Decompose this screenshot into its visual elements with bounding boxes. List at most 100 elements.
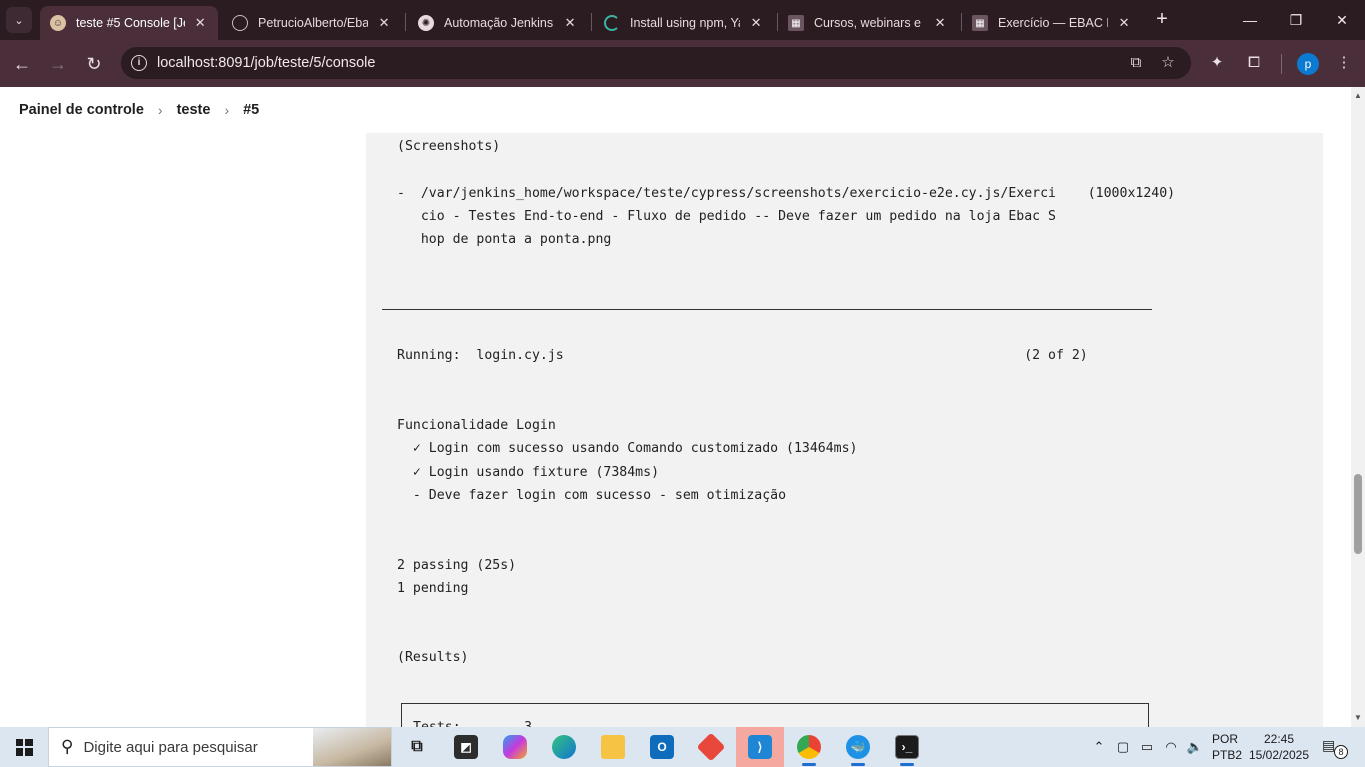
test-result-passed: ✓ Login com sucesso usando Comando custo… xyxy=(397,441,858,456)
taskbar-app-terminal[interactable]: ›_ xyxy=(883,727,931,767)
suite-title: Funcionalidade Login xyxy=(397,418,556,433)
close-icon[interactable]: ✕ xyxy=(932,15,948,31)
search-icon: ⚲ xyxy=(61,737,74,756)
test-result-pending: - Deve fazer login com sucesso - sem oti… xyxy=(397,488,787,503)
close-window-button[interactable]: ✕ xyxy=(1319,0,1365,40)
copilot-icon xyxy=(503,735,527,759)
site-info-icon[interactable]: i xyxy=(131,55,147,71)
tab-jenkins-console[interactable]: ☺ teste #5 Console [Jenkins] ✕ xyxy=(40,6,218,40)
page-scrollbar[interactable]: ▲ ▼ xyxy=(1351,87,1365,727)
task-view-icon: ⧉ xyxy=(411,738,423,755)
tab-install-npm[interactable]: Install using npm, Yarn ✕ xyxy=(594,6,774,40)
close-icon[interactable]: ✕ xyxy=(748,15,764,31)
address-bar[interactable]: i localhost:8091/job/teste/5/console ⧉ ☆ xyxy=(121,47,1191,79)
taskbar-app-git[interactable] xyxy=(687,727,735,767)
windows-taskbar: ⚲ Digite aqui para pesquisar ⧉ ◩ O ⟩ 🐳 ›… xyxy=(0,727,1365,767)
pending-summary: 1 pending xyxy=(397,581,469,596)
minimize-button[interactable]: — xyxy=(1227,0,1273,40)
active-app-indicator xyxy=(900,763,914,766)
chevron-right-icon: › xyxy=(157,102,163,118)
taskbar-app-docker[interactable]: 🐳 xyxy=(834,727,882,767)
bookmark-star-icon[interactable]: ☆ xyxy=(1157,53,1179,75)
taskbar-app-outlook[interactable]: O xyxy=(638,727,686,767)
windows-logo-icon xyxy=(15,738,33,756)
taskbar-app-explorer[interactable] xyxy=(589,727,637,767)
new-tab-button[interactable]: + xyxy=(1150,8,1174,32)
tab-title: Install using npm, Yarn xyxy=(630,16,740,30)
input-language-indicator[interactable]: POR PTB2 xyxy=(1212,731,1242,763)
profile-avatar[interactable]: p xyxy=(1297,53,1319,75)
taskbar-app-chrome[interactable] xyxy=(785,727,833,767)
breadcrumb-build[interactable]: #5 xyxy=(243,102,259,118)
taskbar-app-edge[interactable] xyxy=(540,727,588,767)
tab-automacao-jenkins[interactable]: ✺ Automação Jenkins Te ✕ xyxy=(408,6,588,40)
git-icon xyxy=(696,732,726,762)
scrollbar-thumb[interactable] xyxy=(1354,474,1362,554)
extension-icon[interactable]: ✦ xyxy=(1206,52,1228,74)
scroll-down-icon[interactable]: ▼ xyxy=(1351,711,1365,725)
close-icon[interactable]: ✕ xyxy=(376,15,392,31)
taskbar-search-box[interactable]: ⚲ Digite aqui para pesquisar xyxy=(48,727,392,767)
extensions-puzzle-icon[interactable]: ⧠ xyxy=(1243,52,1265,74)
device-icon[interactable]: ▢ xyxy=(1113,737,1133,757)
passing-summary: 2 passing (25s) xyxy=(397,558,517,573)
taskbar-app-copilot[interactable] xyxy=(491,727,539,767)
close-icon[interactable]: ✕ xyxy=(193,15,209,31)
screenshot-path-line: hop de ponta a ponta.png xyxy=(397,232,612,247)
chevron-up-icon[interactable]: ⌃ xyxy=(1089,737,1109,757)
active-app-indicator xyxy=(802,763,816,766)
reload-button[interactable]: ↻ xyxy=(80,50,108,78)
start-button[interactable] xyxy=(0,727,48,767)
tab-exercicio-ebac[interactable]: ▦ Exercício — EBAC LMS ✕ xyxy=(962,6,1142,40)
clock-date: 15/02/2025 xyxy=(1248,748,1310,762)
tab-cursos-webinars[interactable]: ▦ Cursos, webinars e trei ✕ xyxy=(778,6,958,40)
results-header: (Results) xyxy=(397,650,469,665)
tab-title: Cursos, webinars e trei xyxy=(814,16,924,30)
search-highlight-image xyxy=(313,728,391,766)
screenshot-path-line: - /var/jenkins_home/workspace/teste/cypr… xyxy=(397,186,1176,201)
notification-center-button[interactable]: ▤ 8 xyxy=(1322,737,1348,759)
url-text[interactable]: localhost:8091/job/teste/5/console xyxy=(157,55,375,71)
tab-github[interactable]: PetrucioAlberto/Ebac ✕ xyxy=(222,6,402,40)
jenkins-favicon-icon: ☺ xyxy=(50,15,66,31)
breadcrumb: Painel de controle › teste › #5 xyxy=(0,87,1351,133)
chrome-icon xyxy=(797,735,821,759)
forward-button[interactable]: → xyxy=(44,50,72,78)
screenshots-header: (Screenshots) xyxy=(397,139,501,154)
chevron-right-icon: › xyxy=(224,102,230,118)
language-code: POR xyxy=(1212,732,1239,746)
results-tests-row: Tests: 3 xyxy=(413,716,532,727)
keyboard-layout: PTB2 xyxy=(1212,748,1243,762)
back-button[interactable]: ← xyxy=(8,50,36,78)
scroll-up-icon[interactable]: ▲ xyxy=(1351,89,1365,103)
breadcrumb-dashboard[interactable]: Painel de controle xyxy=(19,102,144,118)
vscode-icon: ⟩ xyxy=(748,735,772,759)
close-icon[interactable]: ✕ xyxy=(1116,15,1132,31)
translate-icon[interactable]: ⧉ xyxy=(1125,53,1147,75)
side-panel xyxy=(0,133,366,727)
section-divider xyxy=(382,309,1152,310)
tab-title: PetrucioAlberto/Ebac xyxy=(258,16,369,30)
tab-search-chevron-icon[interactable]: ⌄ xyxy=(6,7,32,33)
taskbar-app-notes[interactable]: ◩ xyxy=(442,727,490,767)
folder-icon xyxy=(601,735,625,759)
notification-badge: 8 xyxy=(1334,745,1348,759)
taskbar-app-vscode[interactable]: ⟩ xyxy=(736,727,784,767)
system-clock[interactable]: 22:45 15/02/2025 xyxy=(1246,731,1312,763)
task-view-button[interactable]: ⧉ xyxy=(393,727,441,767)
battery-icon[interactable]: ▭ xyxy=(1137,737,1157,757)
tab-title: teste #5 Console [Jenkins] xyxy=(76,16,185,30)
restore-button[interactable]: ❐ xyxy=(1273,0,1319,40)
right-margin xyxy=(1323,133,1351,727)
wifi-icon[interactable]: ◠ xyxy=(1161,737,1181,757)
active-app-indicator xyxy=(851,763,865,766)
breadcrumb-job[interactable]: teste xyxy=(177,102,211,118)
sticky-notes-icon: ◩ xyxy=(454,735,478,759)
menu-kebab-icon[interactable]: ⋮ xyxy=(1333,52,1355,74)
close-icon[interactable]: ✕ xyxy=(562,15,578,31)
edge-icon xyxy=(552,735,576,759)
console-output: (Screenshots) - /var/jenkins_home/worksp… xyxy=(366,133,1323,727)
github-favicon-icon xyxy=(232,15,248,31)
volume-icon[interactable]: 🔈 xyxy=(1185,737,1205,757)
tab-title: Exercício — EBAC LMS xyxy=(998,16,1108,30)
